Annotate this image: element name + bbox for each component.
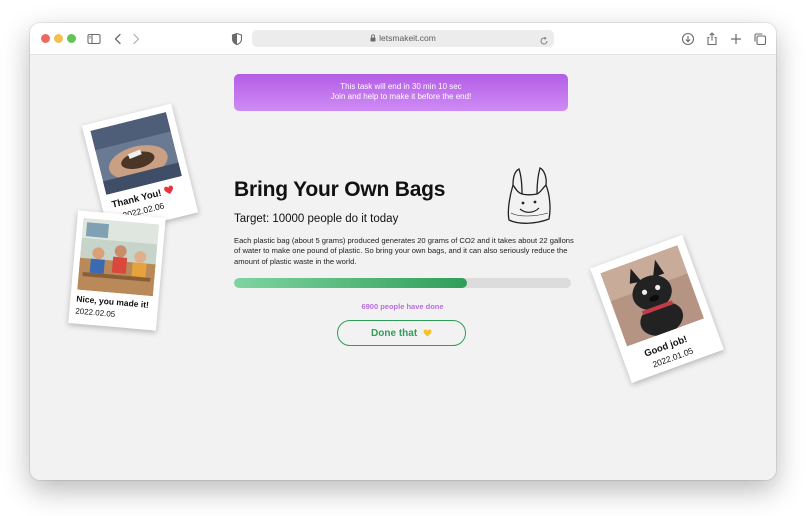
red-heart-icon: [163, 185, 173, 195]
sidebar-icon[interactable]: [86, 31, 102, 47]
task-description: Each plastic bag (about 5 grams) produce…: [234, 236, 574, 266]
progress-bar: [234, 278, 571, 288]
close-window-button[interactable]: [41, 34, 50, 43]
done-count: 6900 people have done: [361, 302, 444, 311]
polaroid-nice-you-made-it: Nice, you made it! 2022.02.05: [68, 210, 166, 331]
url-text: letsmakeit.com: [379, 33, 436, 43]
deadline-banner: This task will end in 30 min 10 sec Join…: [234, 74, 568, 111]
tab-overview-icon[interactable]: [752, 31, 768, 47]
browser-toolbar: letsmakeit.com: [30, 23, 776, 55]
forward-icon[interactable]: [128, 31, 144, 47]
minimize-window-button[interactable]: [54, 34, 63, 43]
photo-french-bulldog: [600, 245, 705, 347]
photo-hands-holding-soil: [90, 112, 182, 195]
zoom-window-button[interactable]: [67, 34, 76, 43]
download-icon[interactable]: [680, 31, 696, 47]
yellow-heart-icon: [423, 328, 432, 337]
done-that-button[interactable]: Done that: [337, 320, 466, 346]
polaroid-good-job: Good job! 2022.01.05: [590, 234, 724, 384]
lock-icon: [370, 34, 376, 44]
plastic-bag-illustration: [507, 167, 551, 224]
back-icon[interactable]: [110, 31, 126, 47]
task-title: Bring Your Own Bags: [234, 178, 446, 201]
polaroid-date: 2022.02.05: [74, 306, 116, 319]
done-that-label: Done that: [371, 327, 418, 339]
address-bar-text: letsmakeit.com: [252, 33, 554, 44]
progress-bar-fill: [234, 278, 467, 288]
address-bar[interactable]: letsmakeit.com: [252, 30, 554, 47]
share-icon[interactable]: [704, 31, 720, 47]
browser-window: letsmakeit.com This task will end in 30 …: [30, 23, 776, 480]
photo-classroom-children: [77, 217, 160, 297]
task-target: Target: 10000 people do it today: [234, 213, 399, 225]
deadline-text: This task will end in 30 min 10 sec: [340, 82, 462, 91]
reload-icon[interactable]: [539, 33, 549, 51]
new-tab-plus-icon[interactable]: [728, 31, 744, 47]
privacy-shield-icon[interactable]: [229, 31, 245, 47]
join-message: Join and help to make it before the end!: [330, 92, 472, 101]
